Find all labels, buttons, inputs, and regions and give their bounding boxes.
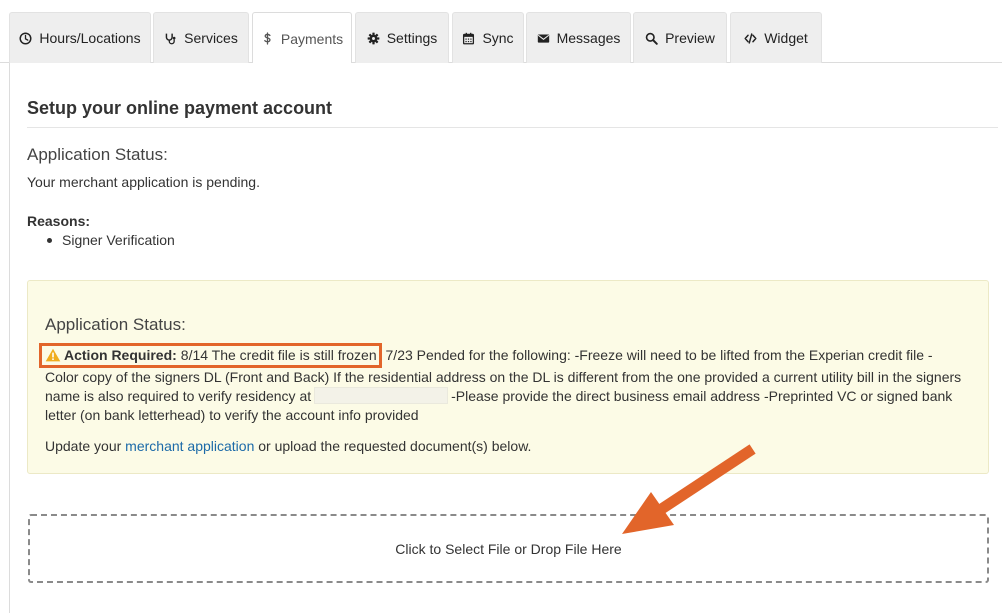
tab-label: Widget: [764, 30, 808, 46]
merchant-application-link[interactable]: merchant application: [125, 438, 254, 454]
calendar-icon: [463, 32, 475, 44]
tab-hours-locations[interactable]: Hours/Locations: [9, 12, 151, 63]
title-divider: [27, 127, 998, 128]
tab-widget[interactable]: Widget: [730, 12, 822, 63]
action-required-label: Action Required:: [64, 347, 177, 363]
dropzone-label: Click to Select File or Drop File Here: [395, 540, 622, 557]
page-title: Setup your online payment account: [27, 98, 333, 118]
application-status-text: Your merchant application is pending.: [27, 174, 260, 190]
alert-status-heading: Application Status:: [45, 315, 186, 334]
stethoscope-icon: [165, 33, 176, 44]
tab-label: Messages: [556, 30, 621, 46]
footer-suffix: or upload the requested document(s) belo…: [254, 438, 532, 454]
highlighted-note-text: 8/14 The credit file is still frozen: [180, 347, 377, 363]
tab-bar: Hours/Locations Services Payments Settin…: [0, 0, 1002, 64]
tab-label: Sync: [482, 30, 514, 46]
footer-prefix: Update your: [45, 438, 126, 454]
reasons-label: Reasons:: [27, 213, 91, 229]
reasons-list: Signer Verification: [46, 231, 175, 249]
envelope-icon: [537, 33, 549, 43]
tab-messages[interactable]: Messages: [526, 12, 631, 63]
tab-label: Settings: [386, 30, 438, 46]
dollar-icon: [264, 32, 271, 45]
tab-services[interactable]: Services: [153, 12, 249, 63]
tab-label: Services: [184, 30, 238, 46]
tab-settings[interactable]: Settings: [355, 12, 449, 63]
alert-message: Action Required: 8/14 The credit file is …: [39, 343, 965, 425]
tab-label: Preview: [665, 30, 715, 46]
tab-sync[interactable]: Sync: [452, 12, 524, 63]
tab-label: Payments: [280, 30, 344, 47]
highlighted-action-note: Action Required: 8/14 The credit file is …: [39, 343, 382, 368]
file-dropzone[interactable]: Click to Select File or Drop File Here: [28, 514, 989, 583]
clock-icon: [19, 31, 32, 45]
payments-panel: Setup your online payment account Applic…: [9, 63, 1002, 613]
application-status-heading: Application Status:: [27, 145, 168, 164]
code-icon: [744, 32, 757, 44]
tab-payments[interactable]: Payments: [252, 12, 352, 64]
action-required-alert: Application Status: Action Required: 8/14…: [27, 280, 989, 474]
gear-icon: [367, 32, 380, 44]
tab-preview[interactable]: Preview: [633, 12, 727, 63]
reason-item: Signer Verification: [46, 231, 175, 249]
warning-icon: [45, 348, 61, 362]
redacted-address: [314, 387, 449, 404]
search-icon: [645, 32, 658, 45]
tab-label: Hours/Locations: [39, 30, 141, 46]
alert-footer: Update your merchant application or uplo…: [45, 438, 531, 454]
